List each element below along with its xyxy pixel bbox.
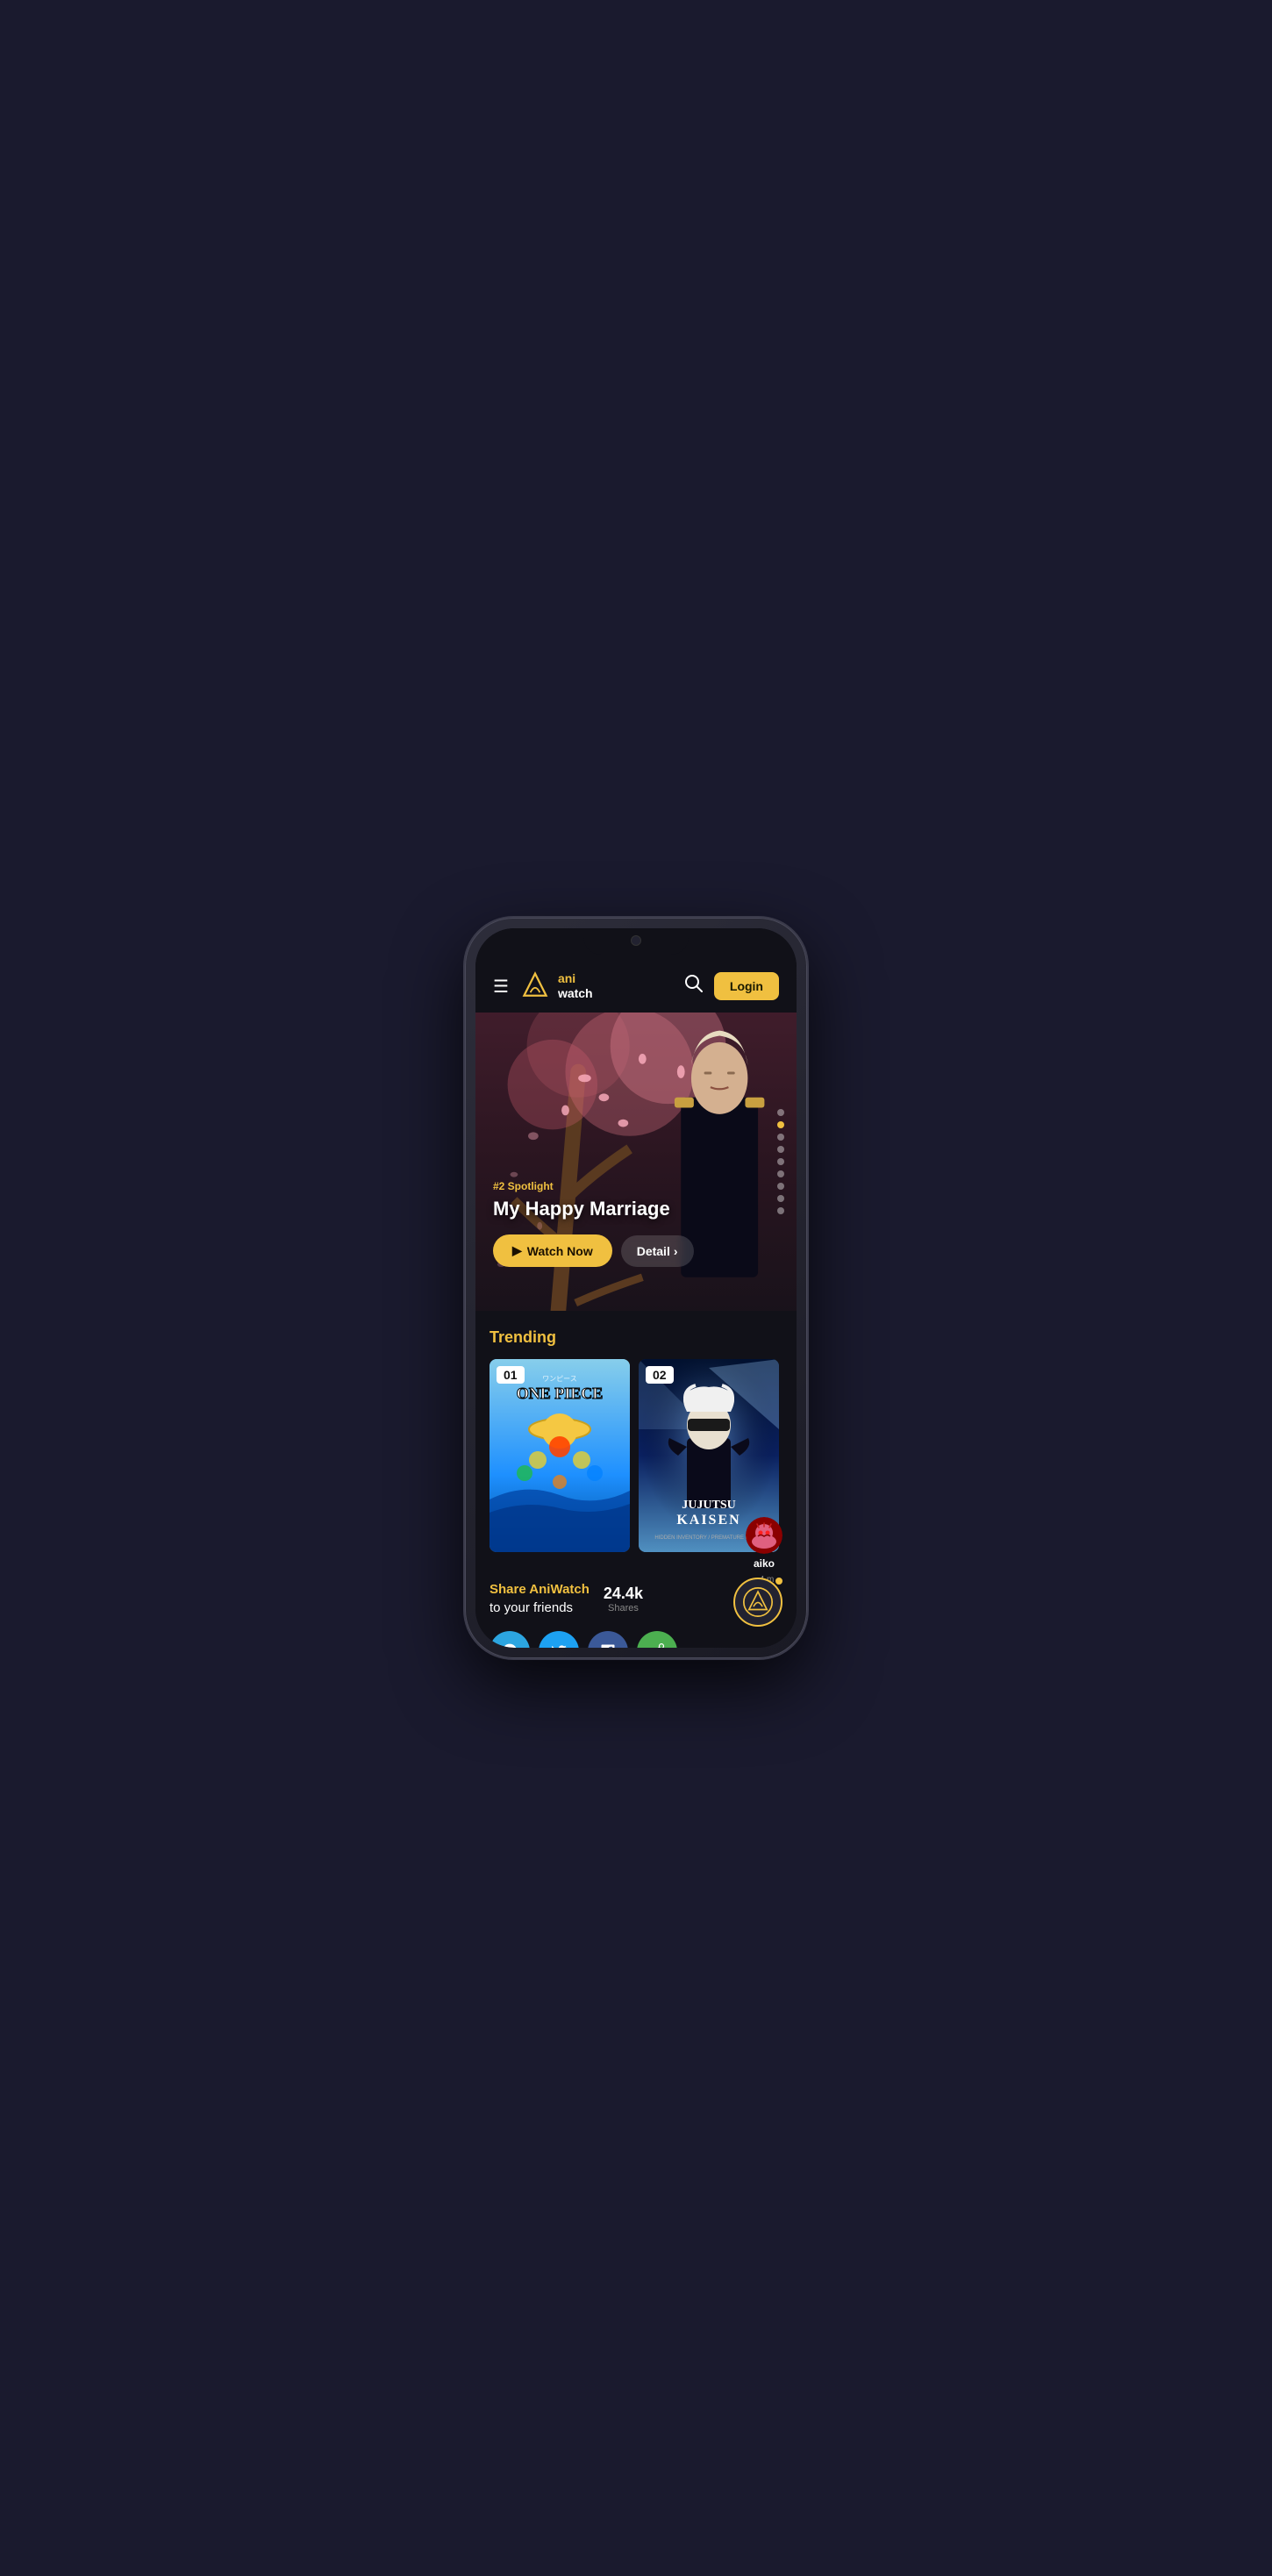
svg-text:JUJUTSU: JUJUTSU [682, 1499, 735, 1512]
phone-camera [631, 935, 641, 946]
svg-text:ワンピース: ワンピース [542, 1375, 577, 1383]
trending-card-1[interactable]: ONE PIECE ワンピース [490, 1359, 630, 1552]
dot-8[interactable] [777, 1195, 784, 1202]
dot-7[interactable] [777, 1183, 784, 1190]
screen: ☰ ani watch [475, 928, 797, 1648]
hero-info: #2 Spotlight My Happy Marriage ▶ Watch N… [493, 1180, 744, 1267]
comment-author-2: aiko [754, 1557, 775, 1570]
share-buttons [490, 1631, 677, 1648]
hero-dots [777, 1109, 784, 1214]
logo-icon [519, 970, 551, 1002]
svg-text:ONE PIECE: ONE PIECE [517, 1385, 604, 1402]
login-button[interactable]: Login [714, 972, 779, 1000]
chevron-right-icon: › [674, 1244, 678, 1258]
hero-title: My Happy Marriage [493, 1198, 744, 1220]
shares-label: Shares [608, 1603, 639, 1614]
hero-section: #2 Spotlight My Happy Marriage ▶ Watch N… [475, 1013, 797, 1311]
play-icon: ▶ [512, 1243, 522, 1258]
dot-1[interactable] [777, 1109, 784, 1116]
header-left: ☰ ani watch [493, 970, 593, 1002]
dot-3[interactable] [777, 1134, 784, 1141]
share-text-block: Share AniWatch to your friends [490, 1580, 590, 1617]
floating-logo-button[interactable] [733, 1578, 782, 1627]
notification-dot [774, 1576, 784, 1586]
spotlight-label: #2 Spotlight [493, 1180, 744, 1192]
menu-icon[interactable]: ☰ [493, 976, 509, 998]
onepiece-art: ONE PIECE ワンピース [490, 1359, 630, 1552]
detail-button[interactable]: Detail › [621, 1235, 694, 1267]
shares-count-block: 24.4k Shares [604, 1585, 643, 1614]
floating-logo-icon [743, 1587, 773, 1617]
dot-5[interactable] [777, 1158, 784, 1165]
dot-6[interactable] [777, 1170, 784, 1177]
logo-container: ani watch [519, 970, 593, 1002]
onepiece-svg: ONE PIECE ワンピース [490, 1359, 630, 1552]
svg-text:KAISEN: KAISEN [676, 1513, 740, 1528]
dot-9[interactable] [777, 1207, 784, 1214]
share-title: Share AniWatch [490, 1580, 590, 1599]
comment-avatar-2 [746, 1517, 782, 1554]
hero-background: #2 Spotlight My Happy Marriage ▶ Watch N… [475, 1013, 797, 1311]
search-icon[interactable] [684, 974, 704, 998]
share-twitter-button[interactable] [539, 1631, 579, 1648]
trending-row: ONE PIECE ワンピース [490, 1359, 782, 1552]
trending-rank-1: 01 [497, 1366, 525, 1384]
dot-2[interactable] [777, 1121, 784, 1128]
share-facebook-button[interactable] [588, 1631, 628, 1648]
trending-title: Trending [490, 1328, 782, 1347]
dot-4[interactable] [777, 1146, 784, 1153]
header-right: Login [684, 972, 779, 1000]
logo-text: ani watch [558, 971, 593, 1001]
share-telegram-button[interactable] [490, 1631, 530, 1648]
trending-rank-2: 02 [646, 1366, 674, 1384]
share-general-button[interactable] [637, 1631, 677, 1648]
watch-now-button[interactable]: ▶ Watch Now [493, 1234, 612, 1267]
hero-buttons: ▶ Watch Now Detail › [493, 1234, 744, 1267]
share-subtitle: to your friends [490, 1599, 590, 1617]
shares-number: 24.4k [604, 1585, 643, 1603]
